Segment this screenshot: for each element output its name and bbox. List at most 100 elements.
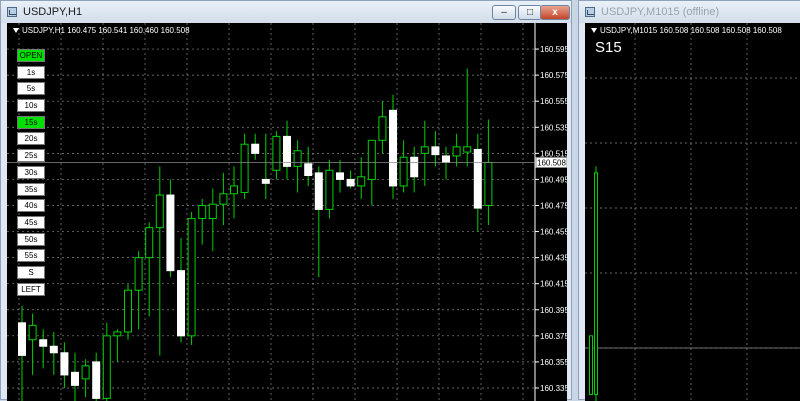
candle: [431, 131, 440, 167]
candle: [389, 94, 397, 199]
close-button[interactable]: x: [540, 5, 570, 20]
candle: [325, 159, 334, 219]
candle-body: [367, 139, 376, 180]
candle-body: [589, 335, 593, 395]
candle: [92, 352, 101, 401]
candle-body: [39, 339, 48, 347]
candle-body: [60, 352, 69, 376]
chart-window-usdjpy-m1015-offline[interactable]: USDJPY,M1015 (offline) USDJPY,M1015 160.…: [578, 0, 800, 401]
candle-body: [410, 156, 419, 178]
maximize-button[interactable]: □: [518, 5, 542, 20]
minimize-button[interactable]: –: [492, 5, 516, 20]
candle: [18, 305, 26, 401]
y-axis-tick-label: 160.355: [540, 358, 567, 367]
timeframe-button-40s[interactable]: 40s: [17, 199, 45, 213]
candle-body: [463, 146, 472, 153]
window-titlebar[interactable]: USDJPY,H1 – □ x: [1, 1, 571, 23]
chart-window-icon: [7, 7, 17, 17]
candle: [346, 170, 355, 189]
candle-body: [293, 150, 302, 167]
candle: [378, 101, 387, 154]
candle-body: [389, 109, 397, 187]
candle-body: [272, 135, 281, 171]
offline-price-chart[interactable]: USDJPY,M1015 160.508 160.508 160.508 160…: [585, 23, 800, 401]
candle: [124, 283, 132, 340]
timeframe-button-5s[interactable]: 5s: [17, 82, 45, 96]
candle-body: [187, 218, 196, 337]
timeframe-button-55s[interactable]: 55s: [17, 249, 45, 263]
offline-candlestick-chart[interactable]: [585, 23, 800, 401]
candle-body: [102, 335, 111, 399]
candle: [367, 139, 376, 206]
chart-header: USDJPY,H1 160.475 160.541 160.460 160.50…: [7, 26, 190, 35]
candle-body: [336, 172, 344, 180]
candle-body: [594, 172, 598, 395]
candle: [420, 120, 429, 186]
candle-body: [166, 194, 175, 272]
candle: [272, 131, 281, 180]
candle: [357, 157, 366, 199]
y-axis-tick-label: 160.595: [540, 45, 567, 54]
candle-body: [198, 204, 207, 220]
candle: [113, 329, 122, 362]
candle-body: [251, 143, 260, 154]
candle-body: [71, 371, 79, 386]
candle-body: [208, 203, 217, 220]
candle-body: [442, 155, 450, 163]
candle: [484, 119, 493, 226]
candle-body: [431, 146, 440, 156]
timeframe-button-open[interactable]: OPEN: [17, 49, 45, 62]
candle: [60, 342, 69, 388]
candle-body: [113, 331, 122, 337]
y-axis-tick-label: 160.415: [540, 280, 567, 289]
candle: [208, 188, 217, 252]
candle-body: [357, 176, 366, 187]
candle: [283, 120, 291, 180]
candle: [314, 166, 323, 278]
chart-window-icon: [585, 7, 595, 17]
candlestick-chart[interactable]: 160.595160.575160.555160.535160.515160.4…: [7, 23, 567, 401]
candle: [155, 166, 164, 356]
candle: [166, 179, 175, 278]
chart-window-usdjpy-h1[interactable]: USDJPY,H1 – □ x 160.595 160.575 160.555 160…: [0, 0, 572, 401]
timeframe-button-25s[interactable]: 25s: [17, 149, 45, 163]
timeframe-button-50s[interactable]: 50s: [17, 232, 45, 246]
candle: [102, 322, 111, 401]
timeframe-button-15s[interactable]: 15s: [17, 115, 45, 129]
candle: [473, 133, 482, 232]
window-titlebar[interactable]: USDJPY,M1015 (offline): [579, 1, 800, 23]
dropdown-triangle-icon[interactable]: [591, 27, 597, 33]
candle: [49, 331, 58, 375]
timeframe-button-35s[interactable]: 35s: [17, 182, 45, 196]
y-axis-tick-label: 160.455: [540, 228, 567, 237]
candle-body: [325, 169, 334, 210]
timeframe-button-s[interactable]: S: [17, 265, 45, 279]
y-axis-tick-label: 160.555: [540, 97, 567, 106]
candle-body: [81, 365, 90, 380]
candle: [594, 166, 598, 401]
candle-body: [134, 257, 143, 291]
price-chart[interactable]: 160.595 160.575 160.555 160.535 160.515 160.4…: [7, 23, 567, 401]
timeframe-button-30s[interactable]: 30s: [17, 165, 45, 179]
y-axis-tick-label: 160.395: [540, 306, 567, 315]
dropdown-triangle-icon[interactable]: [13, 27, 19, 33]
candle: [261, 133, 270, 199]
timeframe-button-10s[interactable]: 10s: [17, 99, 45, 113]
timeframe-button-panel: OPEN 1s 5s 10s 15s 20s 25s 30s 35s 40s 45s 50s 55s S L…: [17, 49, 47, 299]
y-axis-tick-label: 160.375: [540, 332, 567, 341]
candle: [251, 133, 260, 160]
y-axis-tick-label: 160.475: [540, 201, 567, 210]
candle-body: [145, 227, 154, 259]
candle: [304, 146, 313, 186]
candle-body: [155, 194, 164, 229]
candle: [177, 238, 185, 343]
timeframe-button-20s[interactable]: 20s: [17, 132, 45, 146]
timeframe-button-45s[interactable]: 45s: [17, 215, 45, 229]
candle-body: [473, 148, 482, 209]
candle: [28, 313, 37, 375]
timeframe-button-left[interactable]: LEFT: [17, 282, 45, 296]
candle: [219, 172, 228, 226]
timeframe-button-1s[interactable]: 1s: [17, 65, 45, 79]
candle-body: [219, 193, 228, 205]
candle: [410, 146, 419, 193]
